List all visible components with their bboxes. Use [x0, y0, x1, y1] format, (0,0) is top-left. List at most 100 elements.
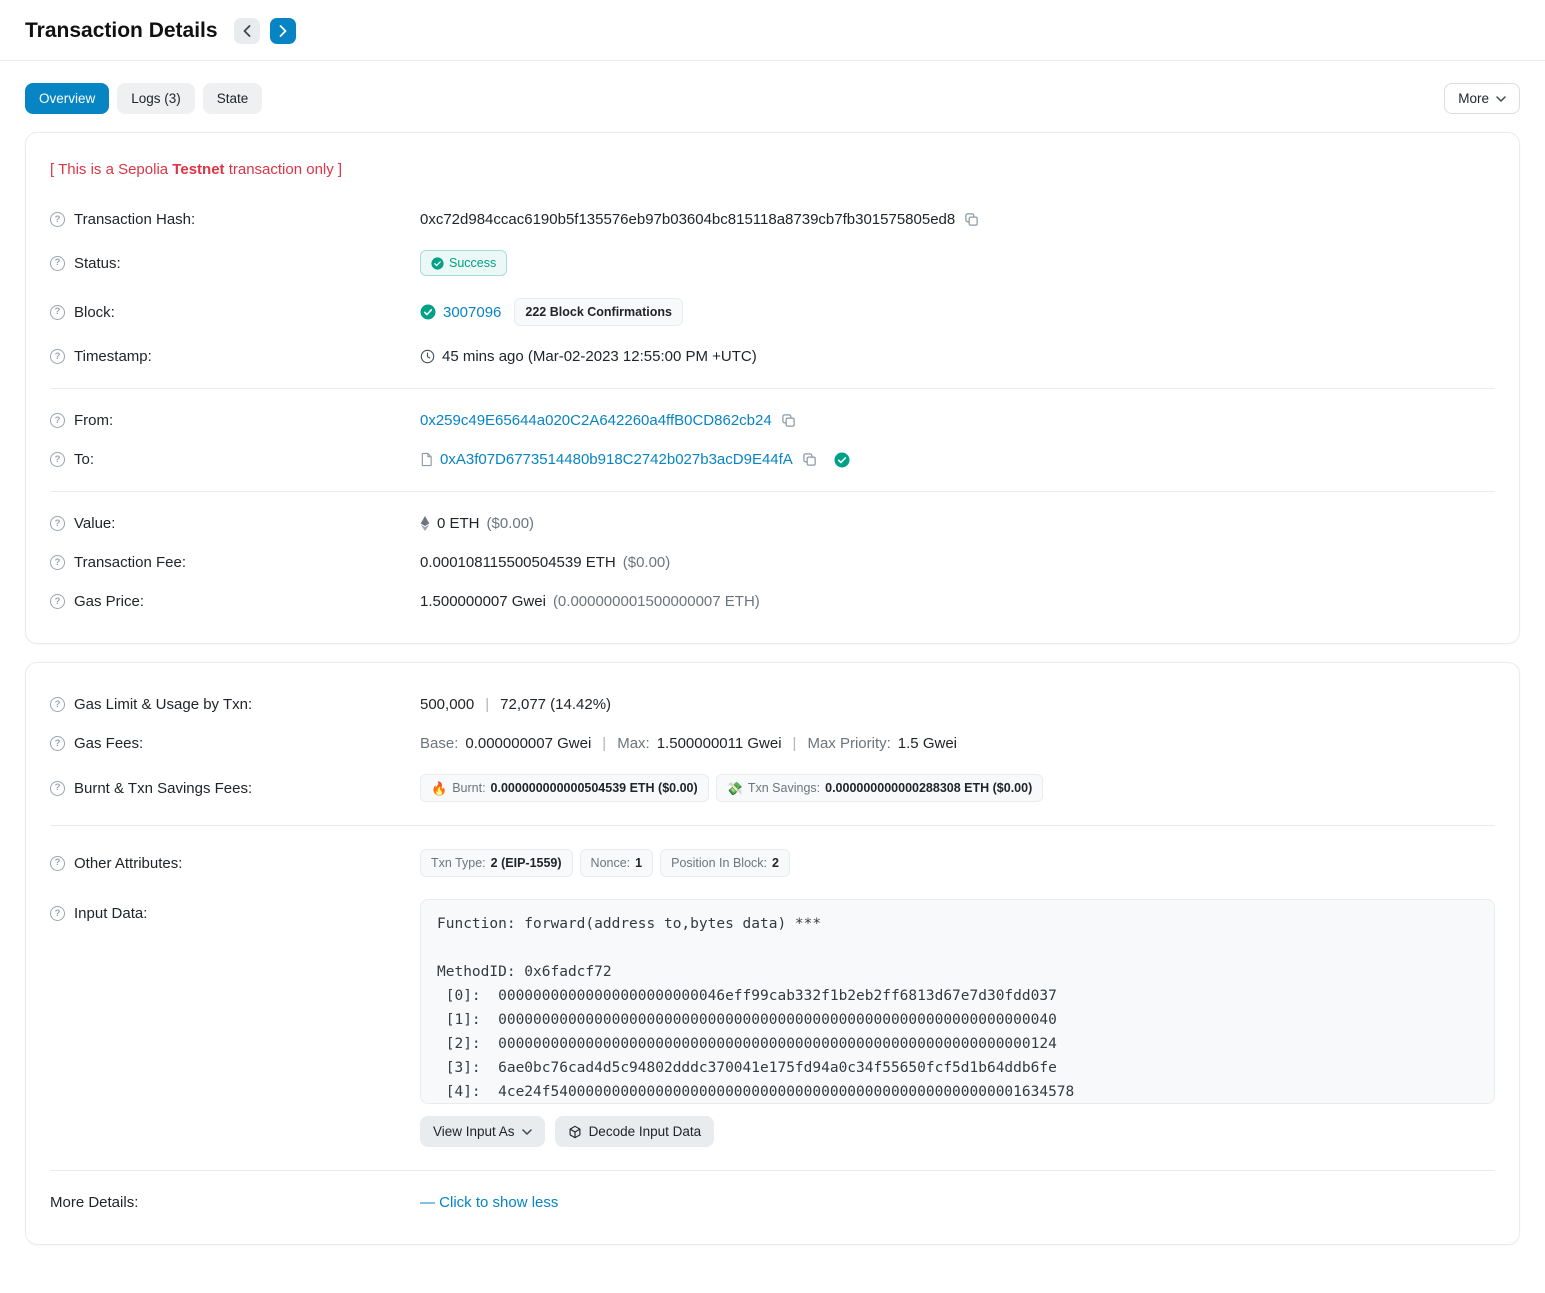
to-address-link[interactable]: 0xA3f07D6773514480b918C2742b027b3acD9E44…: [440, 451, 793, 468]
separator: |: [789, 735, 801, 752]
txn-type-badge: Txn Type: 2 (EIP-1559): [420, 849, 573, 877]
help-icon[interactable]: ?: [50, 413, 65, 428]
help-icon[interactable]: ?: [50, 555, 65, 570]
value-usd: ($0.00): [487, 515, 535, 532]
more-button-label: More: [1458, 91, 1489, 106]
gas-price-amount: 1.500000007 Gwei: [420, 593, 546, 610]
row-to: ? To: 0xA3f07D6773514480b918C2742b027b3a…: [50, 440, 1495, 479]
txn-savings-badge-value: 0.000000000000288308 ETH ($0.00): [825, 781, 1032, 795]
row-timestamp: ? Timestamp: 45 mins ago (Mar-02-2023 12…: [50, 337, 1495, 376]
timestamp-value: 45 mins ago (Mar-02-2023 12:55:00 PM +UT…: [442, 348, 757, 365]
help-icon[interactable]: ?: [50, 256, 65, 271]
money-wings-icon: 💸: [727, 782, 743, 795]
chevron-right-icon: [279, 25, 287, 37]
clock-icon: [420, 349, 435, 364]
help-icon[interactable]: ?: [50, 736, 65, 751]
help-icon[interactable]: ?: [50, 516, 65, 531]
next-transaction-button[interactable]: [270, 18, 296, 44]
copy-icon[interactable]: [962, 212, 981, 227]
previous-transaction-button[interactable]: [234, 18, 260, 44]
help-icon[interactable]: ?: [50, 856, 65, 871]
input-data-textarea[interactable]: Function: forward(address to,bytes data)…: [420, 899, 1495, 1104]
row-transaction-hash: ? Transaction Hash: 0xc72d984ccac6190b5f…: [50, 200, 1495, 239]
row-status: ? Status: Success: [50, 239, 1495, 287]
check-circle-icon: [420, 304, 436, 320]
notice-suffix: transaction only ]: [225, 161, 343, 178]
show-less-link[interactable]: — Click to show less: [420, 1194, 558, 1211]
row-input-data: ? Input Data: Function: forward(address …: [50, 888, 1495, 1158]
row-other-attributes: ? Other Attributes: Txn Type: 2 (EIP-155…: [50, 838, 1495, 888]
gas-usage-value: 72,077 (14.42%): [500, 696, 611, 713]
details-card: ? Gas Limit & Usage by Txn: 500,000 | 72…: [25, 662, 1520, 1245]
check-circle-icon: [431, 257, 444, 270]
gas-limit-label: Gas Limit & Usage by Txn:: [74, 696, 252, 713]
max-priority-value: 1.5 Gwei: [898, 735, 957, 752]
decode-input-data-label: Decode Input Data: [589, 1124, 702, 1139]
tab-state[interactable]: State: [203, 83, 263, 114]
eth-icon: [420, 516, 430, 531]
more-details-label: More Details:: [50, 1194, 138, 1211]
input-data-label: Input Data:: [74, 905, 147, 922]
divider: [50, 491, 1495, 492]
help-icon[interactable]: ?: [50, 212, 65, 227]
help-icon[interactable]: ?: [50, 781, 65, 796]
row-from: ? From: 0x259c49E65644a020C2A642260a4ffB…: [50, 401, 1495, 440]
burnt-fees-label: Burnt & Txn Savings Fees:: [74, 780, 252, 797]
gas-price-label: Gas Price:: [74, 593, 144, 610]
overview-card: [ This is a Sepolia Testnet transaction …: [25, 132, 1520, 644]
row-gas-price: ? Gas Price: 1.500000007 Gwei (0.0000000…: [50, 582, 1495, 621]
status-badge: Success: [420, 250, 507, 276]
input-data-actions: View Input As Decode Input Data: [420, 1116, 1495, 1147]
value-label: Value:: [74, 515, 115, 532]
help-icon[interactable]: ?: [50, 452, 65, 467]
help-icon[interactable]: ?: [50, 594, 65, 609]
fire-icon: 🔥: [431, 782, 447, 795]
gas-price-alt: (0.000000001500000007 ETH): [553, 593, 760, 610]
base-fee-value: 0.000000007 Gwei: [465, 735, 591, 752]
nonce-value: 1: [635, 856, 642, 870]
row-gas-fees: ? Gas Fees: Base: 0.000000007 Gwei | Max…: [50, 724, 1495, 763]
row-transaction-fee: ? Transaction Fee: 0.000108115500504539 …: [50, 543, 1495, 582]
base-fee-label: Base:: [420, 735, 458, 752]
nonce-label: Nonce:: [591, 856, 631, 870]
tab-logs[interactable]: Logs (3): [117, 83, 195, 114]
burnt-badge-value: 0.000000000000504539 ETH ($0.00): [491, 781, 698, 795]
chevron-left-icon: [243, 25, 251, 37]
decode-icon: [568, 1125, 582, 1139]
block-number-link[interactable]: 3007096: [443, 304, 501, 321]
help-icon[interactable]: ?: [50, 906, 65, 921]
contract-file-icon: [420, 452, 433, 467]
copy-icon[interactable]: [779, 413, 798, 428]
row-value: ? Value: 0 ETH ($0.00): [50, 504, 1495, 543]
max-fee-label: Max:: [617, 735, 650, 752]
from-address-link[interactable]: 0x259c49E65644a020C2A642260a4ffB0CD862cb…: [420, 412, 772, 429]
notice-highlight: Testnet: [172, 161, 224, 178]
transaction-fee-amount: 0.000108115500504539 ETH: [420, 554, 616, 571]
help-icon[interactable]: ?: [50, 697, 65, 712]
value-amount: 0 ETH: [437, 515, 480, 532]
help-icon[interactable]: ?: [50, 349, 65, 364]
transaction-hash-label: Transaction Hash:: [74, 211, 195, 228]
timestamp-label: Timestamp:: [74, 348, 152, 365]
view-input-as-label: View Input As: [433, 1124, 515, 1139]
separator: |: [481, 696, 493, 713]
copy-icon[interactable]: [800, 452, 819, 467]
block-label: Block:: [74, 304, 115, 321]
chevron-down-icon: [1496, 96, 1506, 102]
transaction-fee-usd: ($0.00): [623, 554, 671, 571]
chevron-down-icon: [522, 1129, 532, 1135]
more-button[interactable]: More: [1444, 83, 1520, 114]
divider: [50, 1170, 1495, 1171]
view-input-as-button[interactable]: View Input As: [420, 1116, 545, 1147]
max-priority-label: Max Priority:: [807, 735, 890, 752]
position-in-block-badge: Position In Block: 2: [660, 849, 790, 877]
txn-type-label: Txn Type:: [431, 856, 486, 870]
to-label: To:: [74, 451, 94, 468]
txn-savings-badge: 💸 Txn Savings: 0.000000000000288308 ETH …: [716, 774, 1044, 802]
from-label: From:: [74, 412, 113, 429]
tab-overview[interactable]: Overview: [25, 83, 109, 114]
help-icon[interactable]: ?: [50, 305, 65, 320]
tab-list: Overview Logs (3) State: [25, 83, 262, 114]
max-fee-value: 1.500000011 Gwei: [657, 735, 782, 752]
decode-input-data-button[interactable]: Decode Input Data: [555, 1116, 715, 1147]
